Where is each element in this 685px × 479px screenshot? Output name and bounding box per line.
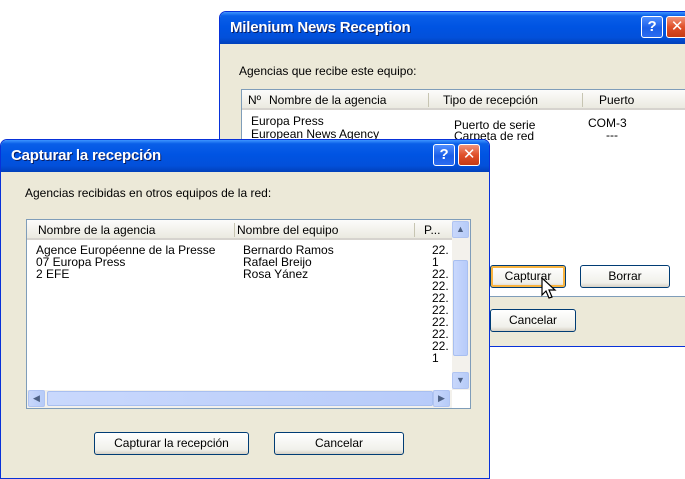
title-bar[interactable]: Milenium News Reception ? ✕	[220, 12, 685, 44]
list-item-p: 1	[432, 351, 439, 365]
vertical-scroll-thumb[interactable]	[453, 260, 468, 356]
horizontal-scrollbar[interactable]: ◀ ▶	[27, 390, 452, 408]
dialog-title: Milenium News Reception	[230, 19, 411, 36]
column-header-agency-name[interactable]: Nombre de la agencia	[269, 93, 386, 107]
cancel-button[interactable]: Cancelar	[274, 432, 404, 455]
horizontal-scroll-thumb[interactable]	[47, 391, 433, 406]
title-bar[interactable]: Capturar la recepción ? ✕	[1, 140, 489, 172]
column-header-p[interactable]: P...	[424, 223, 440, 237]
list-header: Nº Nombre de la agencia Tipo de recepció…	[242, 90, 685, 110]
close-button[interactable]: ✕	[458, 144, 480, 166]
capture-reception-dialog: Capturar la recepción ? ✕ Agencias recib…	[0, 139, 490, 479]
network-agencies-label: Agencias recibidas en otros equipos de l…	[25, 186, 272, 200]
close-icon: ✕	[462, 146, 476, 163]
dialog-title: Capturar la recepción	[11, 147, 162, 164]
mouse-cursor-icon	[541, 277, 557, 299]
scroll-up-icon: ▲	[456, 224, 465, 234]
list-header: Nombre de la agencia Nombre del equipo P…	[27, 220, 453, 240]
scroll-down-icon: ▼	[456, 375, 465, 385]
column-header-port[interactable]: Puerto	[599, 93, 634, 107]
list-item-agency[interactable]: 2 EFE	[36, 268, 69, 280]
help-button[interactable]: ?	[641, 16, 663, 38]
close-icon: ✕	[670, 18, 684, 35]
column-header-number[interactable]: Nº	[248, 93, 261, 107]
scroll-left-button[interactable]: ◀	[28, 390, 45, 407]
vertical-scrollbar[interactable]: ▲ ▼	[452, 220, 470, 390]
column-header-computer-name[interactable]: Nombre del equipo	[237, 223, 338, 237]
scroll-down-button[interactable]: ▼	[452, 372, 469, 389]
cancel-button[interactable]: Cancelar	[490, 309, 576, 332]
list-item-name[interactable]: Europa Press	[251, 115, 324, 127]
help-icon: ?	[439, 146, 449, 163]
scroll-right-button[interactable]: ▶	[433, 390, 450, 407]
network-agencies-list[interactable]: Nombre de la agencia Nombre del equipo P…	[26, 219, 471, 409]
column-header-agency-name[interactable]: Nombre de la agencia	[38, 223, 155, 237]
list-item-port: ---	[606, 128, 618, 142]
column-divider[interactable]	[582, 93, 583, 107]
close-button[interactable]: ✕	[666, 16, 685, 38]
scroll-left-icon: ◀	[33, 393, 40, 403]
agencies-list-label: Agencias que recibe este equipo:	[239, 64, 417, 78]
list-item-computer: Rosa Yánez	[243, 267, 309, 281]
help-icon: ?	[647, 18, 657, 35]
column-header-reception-type[interactable]: Tipo de recepción	[443, 93, 538, 107]
delete-button[interactable]: Borrar	[580, 265, 670, 288]
column-divider[interactable]	[234, 223, 235, 237]
help-button[interactable]: ?	[433, 144, 455, 166]
scroll-right-icon: ▶	[438, 393, 445, 403]
capture-reception-button[interactable]: Capturar la recepción	[94, 432, 249, 455]
column-divider[interactable]	[428, 93, 429, 107]
scroll-up-button[interactable]: ▲	[452, 221, 469, 238]
column-divider[interactable]	[414, 223, 415, 237]
